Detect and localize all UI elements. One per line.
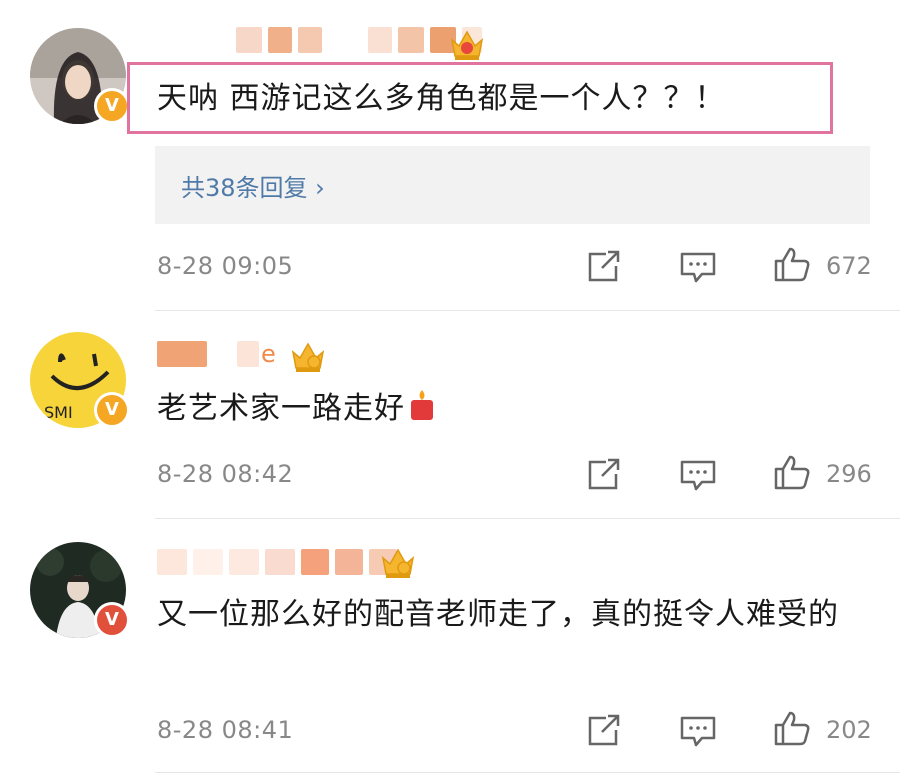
verified-badge-icon: V — [94, 602, 130, 638]
crown-icon — [291, 342, 325, 372]
candle-emoji-icon — [411, 390, 433, 420]
comment-divider — [155, 772, 900, 773]
share-icon[interactable] — [584, 248, 624, 284]
avatar-comment-2[interactable]: SMI V — [30, 332, 130, 428]
avatar-comment-1[interactable]: V — [30, 28, 130, 124]
comment-icon[interactable] — [678, 250, 718, 286]
comment-text-1: 天呐 西游记这么多角色都是一个人？？！ — [157, 81, 726, 116]
timestamp-comment-3: 8-28 08:41 — [157, 716, 294, 744]
share-icon[interactable] — [584, 712, 624, 748]
replies-panel[interactable]: 共38条回复 › — [155, 146, 870, 224]
comment-divider — [155, 310, 900, 311]
like-icon[interactable] — [772, 710, 812, 746]
comment-text-2: 老艺术家一路走好 — [157, 386, 437, 432]
comment-divider — [155, 518, 900, 519]
avatar-comment-3[interactable]: V — [30, 542, 130, 638]
comment-text-3: 又一位那么好的配音老师走了，真的挺令人难受的 — [157, 597, 839, 632]
like-count: 672 — [826, 252, 872, 280]
crown-icon — [450, 30, 484, 60]
verified-badge-icon: V — [94, 88, 130, 124]
verified-badge-icon: V — [94, 392, 130, 428]
username-comment-2[interactable]: e — [157, 340, 276, 368]
timestamp-comment-1: 8-28 09:05 — [157, 252, 294, 280]
comment-icon[interactable] — [678, 458, 718, 494]
like-icon[interactable] — [772, 454, 812, 490]
like-icon[interactable] — [772, 246, 812, 282]
timestamp-comment-2: 8-28 08:42 — [157, 460, 294, 488]
like-count: 296 — [826, 460, 872, 488]
crown-icon — [381, 548, 415, 578]
username-comment-3[interactable] — [157, 548, 403, 576]
share-icon[interactable] — [584, 456, 624, 492]
comment-icon[interactable] — [678, 714, 718, 750]
view-replies-link[interactable]: 共38条回复 › — [181, 168, 325, 203]
svg-text:SMI: SMI — [44, 403, 73, 422]
like-count: 202 — [826, 716, 872, 744]
